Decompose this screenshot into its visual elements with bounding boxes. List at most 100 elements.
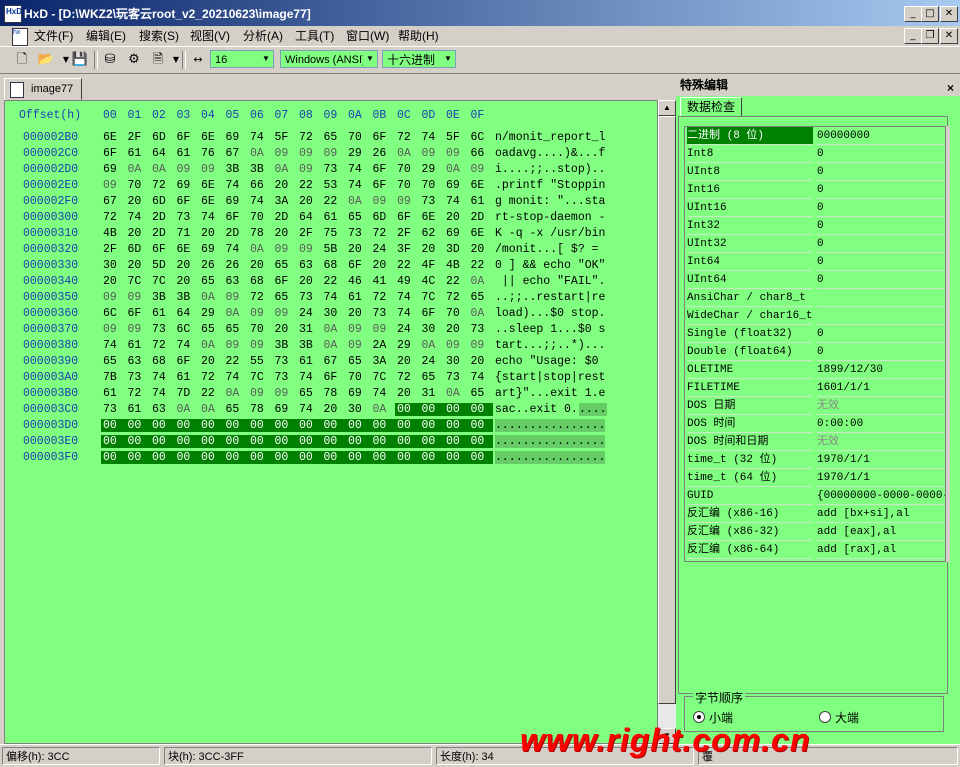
hex-byte-cell[interactable]: 0A [201, 403, 215, 416]
hex-byte-cell[interactable]: 2D [152, 227, 166, 240]
hex-row-text[interactable]: sac..exit 0. [495, 403, 578, 416]
hex-byte-cell[interactable]: 7C [152, 275, 166, 288]
hex-row-text-selected[interactable]: .... [579, 403, 607, 416]
inspector-row[interactable]: DOS 时间 0:00:00 [685, 415, 945, 433]
mdi-close-button[interactable]: ✕ [940, 28, 958, 44]
hex-byte-cell[interactable]: 00 [223, 419, 248, 432]
big-endian-radio[interactable] [819, 711, 831, 723]
inspector-row[interactable]: UInt32 0 [685, 235, 945, 253]
inspector-row-value[interactable]: 0 [817, 181, 945, 199]
hex-byte-cell[interactable]: 09 [324, 147, 338, 160]
hex-byte-cell[interactable]: 3D [446, 243, 460, 256]
hex-byte-cell[interactable]: 0A [177, 403, 191, 416]
close-button[interactable]: ✕ [940, 6, 958, 22]
inspector-row-value[interactable]: 1970/1/1 [817, 469, 945, 487]
inspector-row[interactable]: Int64 0 [685, 253, 945, 271]
hex-byte-cell[interactable]: 0A [250, 243, 264, 256]
hex-row-text[interactable]: n/monit_report_l [495, 131, 605, 144]
hex-byte-cell[interactable]: 00 [468, 403, 493, 416]
hex-byte-cell[interactable]: 31 [422, 387, 436, 400]
hex-byte-cell[interactable]: 2D [226, 227, 240, 240]
hex-byte-cell[interactable]: 6F [152, 243, 166, 256]
hex-byte-cell[interactable]: 74 [446, 195, 460, 208]
hex-byte-cell[interactable]: 2F [128, 131, 142, 144]
hex-byte-cell[interactable]: 72 [373, 227, 387, 240]
inspector-row-value[interactable]: add [eax],al [817, 523, 945, 541]
hex-byte-cell[interactable]: 00 [321, 435, 346, 448]
hex-byte-cell[interactable]: 74 [250, 131, 264, 144]
hex-byte-cell[interactable]: 26 [201, 259, 215, 272]
hex-byte-cell[interactable]: 2F [397, 227, 411, 240]
hex-byte-cell[interactable]: 20 [348, 243, 362, 256]
inspector-row[interactable]: GUID {00000000-0000-0000-0 [685, 487, 945, 505]
hex-byte-cell[interactable]: 00 [395, 403, 420, 416]
hex-byte-cell[interactable]: 00 [346, 451, 371, 464]
hex-byte-cell[interactable]: 65 [324, 131, 338, 144]
inspector-row-value[interactable]: 0 [817, 217, 945, 235]
inspector-row[interactable]: Int8 0 [685, 145, 945, 163]
hex-byte-cell[interactable]: 65 [226, 323, 240, 336]
hex-byte-cell[interactable]: 00 [199, 419, 224, 432]
hex-byte-cell[interactable]: 09 [471, 163, 485, 176]
hex-byte-cell[interactable]: 6F [422, 307, 436, 320]
hex-byte-cell[interactable]: 09 [250, 387, 264, 400]
hex-byte-cell[interactable]: 61 [177, 371, 191, 384]
hex-byte-cell[interactable]: 70 [397, 179, 411, 192]
hex-byte-cell[interactable]: 22 [471, 259, 485, 272]
hex-byte-cell[interactable]: 74 [299, 371, 313, 384]
hex-byte-cell[interactable]: 66 [471, 147, 485, 160]
hex-byte-cell[interactable]: 20 [446, 323, 460, 336]
hex-byte-cell[interactable]: 00 [468, 435, 493, 448]
hex-byte-cell[interactable]: 3B [152, 291, 166, 304]
hex-byte-cell[interactable]: 00 [125, 451, 150, 464]
hex-byte-cell[interactable]: 6F [373, 131, 387, 144]
inspector-row[interactable]: Int32 0 [685, 217, 945, 235]
hex-byte-cell[interactable]: 00 [199, 435, 224, 448]
hex-byte-cell[interactable]: 20 [201, 355, 215, 368]
hex-byte-cell[interactable]: 73 [348, 227, 362, 240]
inspector-row-value[interactable]: 0 [817, 253, 945, 271]
hex-byte-cell[interactable]: 61 [152, 307, 166, 320]
hex-byte-cell[interactable]: 00 [101, 451, 126, 464]
hex-byte-cell[interactable]: 4B [103, 227, 117, 240]
hex-byte-cell[interactable]: 20 [471, 355, 485, 368]
inspector-grid[interactable]: 二进制 (8 位) 00000000 Int8 0 UInt8 0 Int16 0 UInt16… [684, 126, 946, 562]
hex-byte-cell[interactable]: 0A [201, 339, 215, 352]
hex-byte-cell[interactable]: 3F [397, 243, 411, 256]
hex-byte-cell[interactable]: 69 [446, 227, 460, 240]
hex-byte-cell[interactable]: 73 [299, 291, 313, 304]
hex-byte-cell[interactable]: 24 [299, 307, 313, 320]
hex-byte-cell[interactable]: 00 [272, 419, 297, 432]
hex-byte-cell[interactable]: 00 [101, 419, 126, 432]
hex-byte-cell[interactable]: 61 [471, 195, 485, 208]
hex-byte-cell[interactable]: 6E [422, 211, 436, 224]
hex-byte-cell[interactable]: 09 [348, 339, 362, 352]
inspector-row-value[interactable]: 0 [817, 343, 945, 361]
hex-row-text[interactable]: {start|stop|rest [495, 371, 605, 384]
hex-row-text[interactable]: .printf "Stoppin [495, 179, 605, 192]
inspector-row[interactable]: FILETIME 1601/1/1 [685, 379, 945, 397]
hex-byte-cell[interactable]: 09 [226, 291, 240, 304]
inspector-row-value[interactable]: 0 [817, 145, 945, 163]
hex-byte-cell[interactable]: 20 [177, 259, 191, 272]
inspector-row-value[interactable] [817, 289, 945, 307]
bytes-per-row-select[interactable]: 16 ▼ [210, 50, 274, 68]
inspector-row[interactable]: AnsiChar / char8_t [685, 289, 945, 307]
hex-row-text[interactable]: || echo "FAIL". [495, 275, 606, 288]
inspector-row-value[interactable]: 无效 [817, 433, 945, 451]
inspector-row-value[interactable]: 0 [817, 325, 945, 343]
hex-byte-cell[interactable]: 46 [348, 275, 362, 288]
hex-byte-cell[interactable]: 09 [446, 339, 460, 352]
hex-byte-cell[interactable]: 00 [223, 435, 248, 448]
hex-byte-cell[interactable]: 09 [250, 339, 264, 352]
menu-view[interactable]: 视图(V) [187, 28, 233, 44]
hex-byte-cell[interactable]: 4B [446, 259, 460, 272]
hex-row-text-selected[interactable]: ................ [495, 435, 606, 448]
hex-byte-cell[interactable]: 70 [446, 307, 460, 320]
hex-byte-cell[interactable]: 30 [103, 259, 117, 272]
inspector-row-value[interactable]: 1899/12/30 [817, 361, 945, 379]
hex-byte-cell[interactable]: 72 [201, 371, 215, 384]
hex-byte-cell[interactable]: 09 [446, 147, 460, 160]
hex-byte-cell[interactable]: 00 [272, 451, 297, 464]
hex-byte-cell[interactable]: 6D [373, 211, 387, 224]
